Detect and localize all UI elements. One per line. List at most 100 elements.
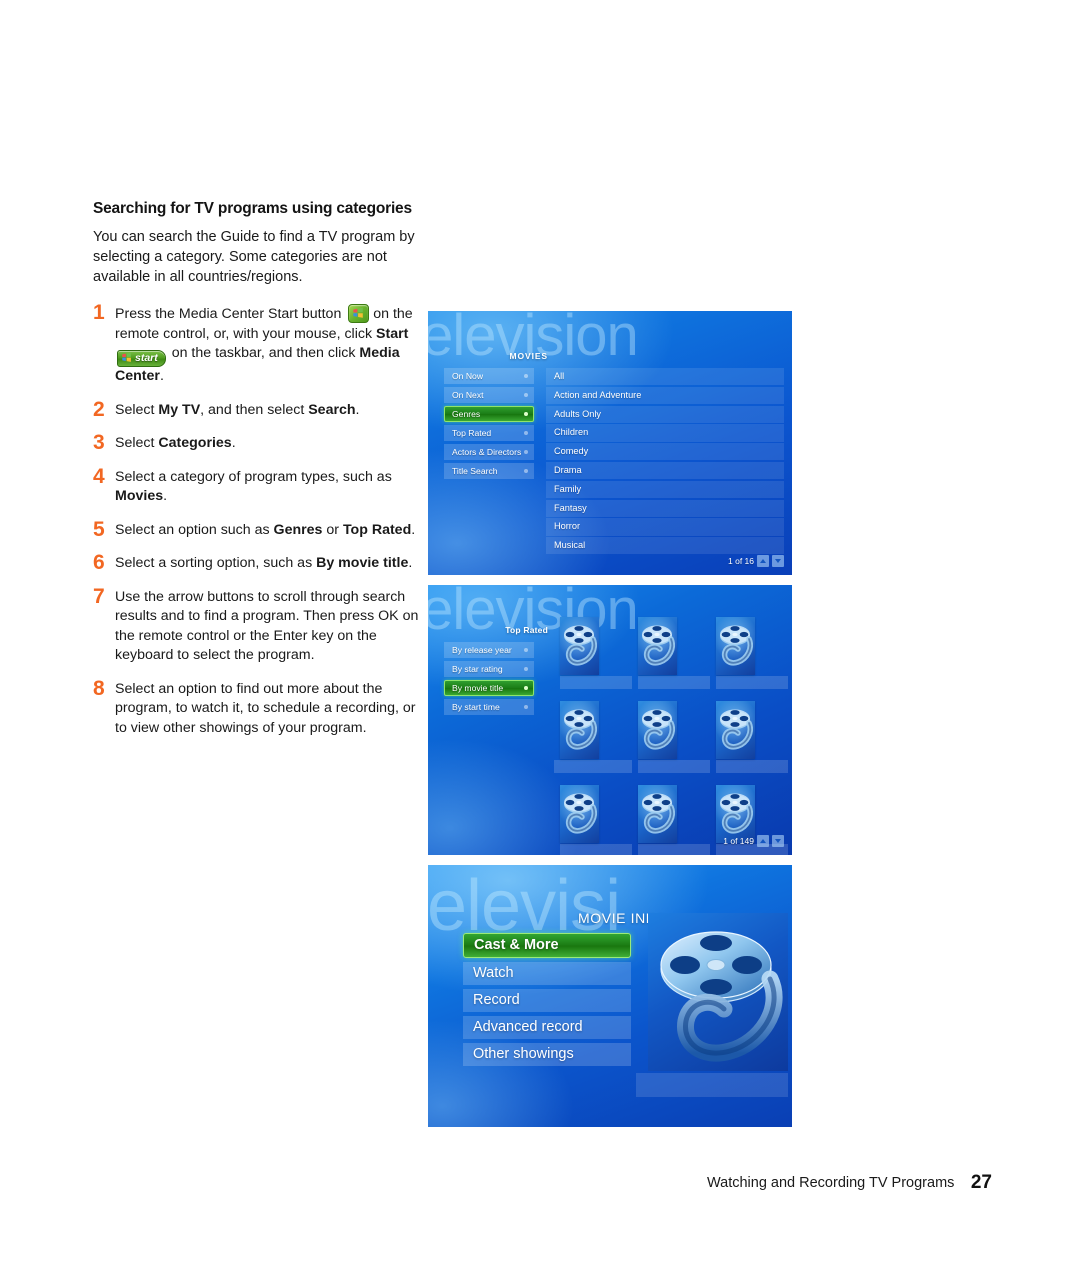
start-button-label: start — [135, 352, 158, 364]
thumbnail-shelf — [716, 676, 788, 689]
movie-thumbnail[interactable] — [560, 785, 599, 843]
genre-list-item[interactable]: Musical — [546, 537, 784, 555]
genre-list: All Action and Adventure Adults Only Childr… — [546, 368, 784, 556]
menu-item-dot-icon — [524, 469, 528, 473]
genre-list-item[interactable]: Fantasy — [546, 499, 784, 517]
step-item: 7 Use the arrow buttons to scroll through… — [93, 586, 433, 666]
menu-item-by-movie-title[interactable]: By movie title — [444, 680, 534, 696]
movie-thumbnail[interactable] — [560, 617, 599, 675]
step-item: 4 Select a category of program types, suc… — [93, 466, 433, 507]
film-reel-image — [648, 913, 788, 1071]
manual-page: Searching for TV programs using categori… — [0, 0, 1080, 1270]
windows-start-button-icon: start — [117, 350, 166, 367]
media-center-screenshot-categories: television MOVIES On Now On Next Genres Top… — [428, 311, 792, 575]
menu-item-top-rated[interactable]: Top Rated — [444, 425, 534, 441]
thumbnail-row — [554, 701, 788, 774]
body-text: . — [411, 521, 416, 538]
menu-item-label: Actors & Directors — [452, 447, 522, 457]
emphasis-text: Genres — [273, 521, 323, 538]
page-up-icon[interactable] — [757, 555, 769, 567]
step-text: Select a sorting option, such as By movi… — [115, 553, 420, 574]
emphasis-text: My TV — [158, 401, 201, 418]
movie-thumbnail[interactable] — [716, 617, 755, 675]
pager-shot2: 1 of 149 — [723, 835, 784, 847]
step-number: 5 — [93, 517, 105, 541]
emphasis-text: Top Rated — [342, 521, 412, 538]
genre-list-item[interactable]: Family — [546, 480, 784, 499]
body-text: Select — [115, 401, 159, 418]
body-text: Select — [115, 435, 159, 451]
genre-list-item[interactable]: Drama — [546, 461, 784, 480]
menu-item-dot-icon — [524, 686, 528, 690]
body-text: Use the arrow buttons to scroll through … — [115, 588, 419, 664]
menu-item-actors-directors[interactable]: Actors & Directors — [444, 444, 534, 460]
genre-list-item[interactable]: Children — [546, 424, 784, 442]
menu-item-by-start-time[interactable]: By start time — [444, 699, 534, 715]
shelf-decoration — [636, 1073, 788, 1097]
movie-info-item-advanced-record[interactable]: Advanced record — [463, 1016, 631, 1039]
step-number: 8 — [93, 676, 105, 700]
movie-info-item-watch[interactable]: Watch — [463, 962, 631, 985]
emphasis-text: Categories — [158, 435, 232, 451]
intro-paragraph: You can search the Guide to find a TV pr… — [93, 229, 415, 285]
movie-info-item-other-showings[interactable]: Other showings — [463, 1043, 631, 1066]
page-down-icon[interactable] — [772, 835, 784, 847]
body-text: Select a sorting option, such as — [115, 555, 317, 571]
windows-flag-icon — [121, 352, 132, 363]
movie-thumbnail[interactable] — [638, 617, 677, 675]
menu-item-dot-icon — [524, 648, 528, 652]
menu-item-by-star-rating[interactable]: By star rating — [444, 661, 534, 677]
screen-header-movies: MOVIES — [509, 351, 548, 361]
menu-item-dot-icon — [524, 393, 528, 397]
body-text: Select an option such as — [115, 521, 274, 538]
step-number: 3 — [93, 431, 105, 454]
menu-item-label: By start time — [452, 702, 500, 712]
emphasis-text: Search — [308, 401, 356, 418]
movie-info-item-record[interactable]: Record — [463, 989, 631, 1012]
page-number: 27 — [970, 1172, 992, 1193]
category-menu: On Now On Next Genres Top Rated Actors & Dir… — [444, 368, 534, 482]
movie-thumbnail[interactable] — [638, 701, 677, 759]
pager-shot1: 1 of 16 — [728, 555, 784, 567]
page-down-icon[interactable] — [772, 555, 784, 567]
step-text: Select an option such as Genres or Top R… — [115, 520, 420, 541]
screen-header-toprated: Top Rated — [505, 625, 548, 635]
menu-item-label: Top Rated — [452, 428, 492, 438]
movie-thumbnail[interactable] — [716, 701, 755, 759]
step-item: 5 Select an option such as Genres or Top … — [93, 517, 433, 541]
step-text: Use the arrow buttons to scroll through … — [115, 587, 420, 666]
step-text: Select Categories. — [115, 433, 420, 454]
step-text: Select a category of program types, such… — [115, 467, 420, 507]
genre-list-item[interactable]: All — [546, 368, 784, 386]
movie-info-item-cast-more[interactable]: Cast & More — [463, 933, 631, 958]
emphasis-text: Start — [376, 325, 409, 342]
genre-list-item[interactable]: Adults Only — [546, 405, 784, 423]
menu-item-label: By movie title — [452, 683, 504, 693]
menu-item-label: By star rating — [452, 664, 503, 674]
page-up-icon[interactable] — [757, 835, 769, 847]
step-item: 3 Select Categories. — [93, 431, 433, 454]
movie-thumbnail[interactable] — [638, 785, 677, 843]
page-title: Searching for TV programs using categori… — [93, 200, 412, 217]
genre-list-item[interactable]: Action and Adventure — [546, 386, 784, 405]
menu-item-genres[interactable]: Genres — [444, 406, 534, 422]
genre-list-item[interactable]: Comedy — [546, 443, 784, 461]
genre-list-item[interactable]: Horror — [546, 518, 784, 536]
menu-item-on-now[interactable]: On Now — [444, 368, 534, 384]
thumbnail-shelf — [716, 760, 788, 773]
movie-thumbnail[interactable] — [560, 701, 599, 759]
body-text: or — [322, 521, 343, 538]
screenshot-column: television MOVIES On Now On Next Genres Top… — [428, 311, 792, 1127]
thumbnail-shelf — [554, 760, 632, 773]
step-item: 1 Press the Media Center Start button on … — [93, 301, 433, 387]
step-number: 1 — [93, 301, 105, 324]
body-text: Press the Media Center Start button — [115, 306, 346, 322]
menu-item-title-search[interactable]: Title Search — [444, 463, 534, 479]
movie-info-menu: Cast & More Watch Record Advanced record Oth… — [463, 933, 631, 1070]
menu-item-by-release-year[interactable]: By release year — [444, 642, 534, 658]
thumbnail-shelf — [638, 760, 710, 773]
thumbnail-shelf — [638, 844, 710, 855]
media-center-screenshot-toprated: television Top Rated By release year By s… — [428, 585, 792, 855]
menu-item-on-next[interactable]: On Next — [444, 387, 534, 403]
media-center-screenshot-movieinfo: televisi MOVIE INFO Cast & More Watch Reco… — [428, 865, 792, 1127]
